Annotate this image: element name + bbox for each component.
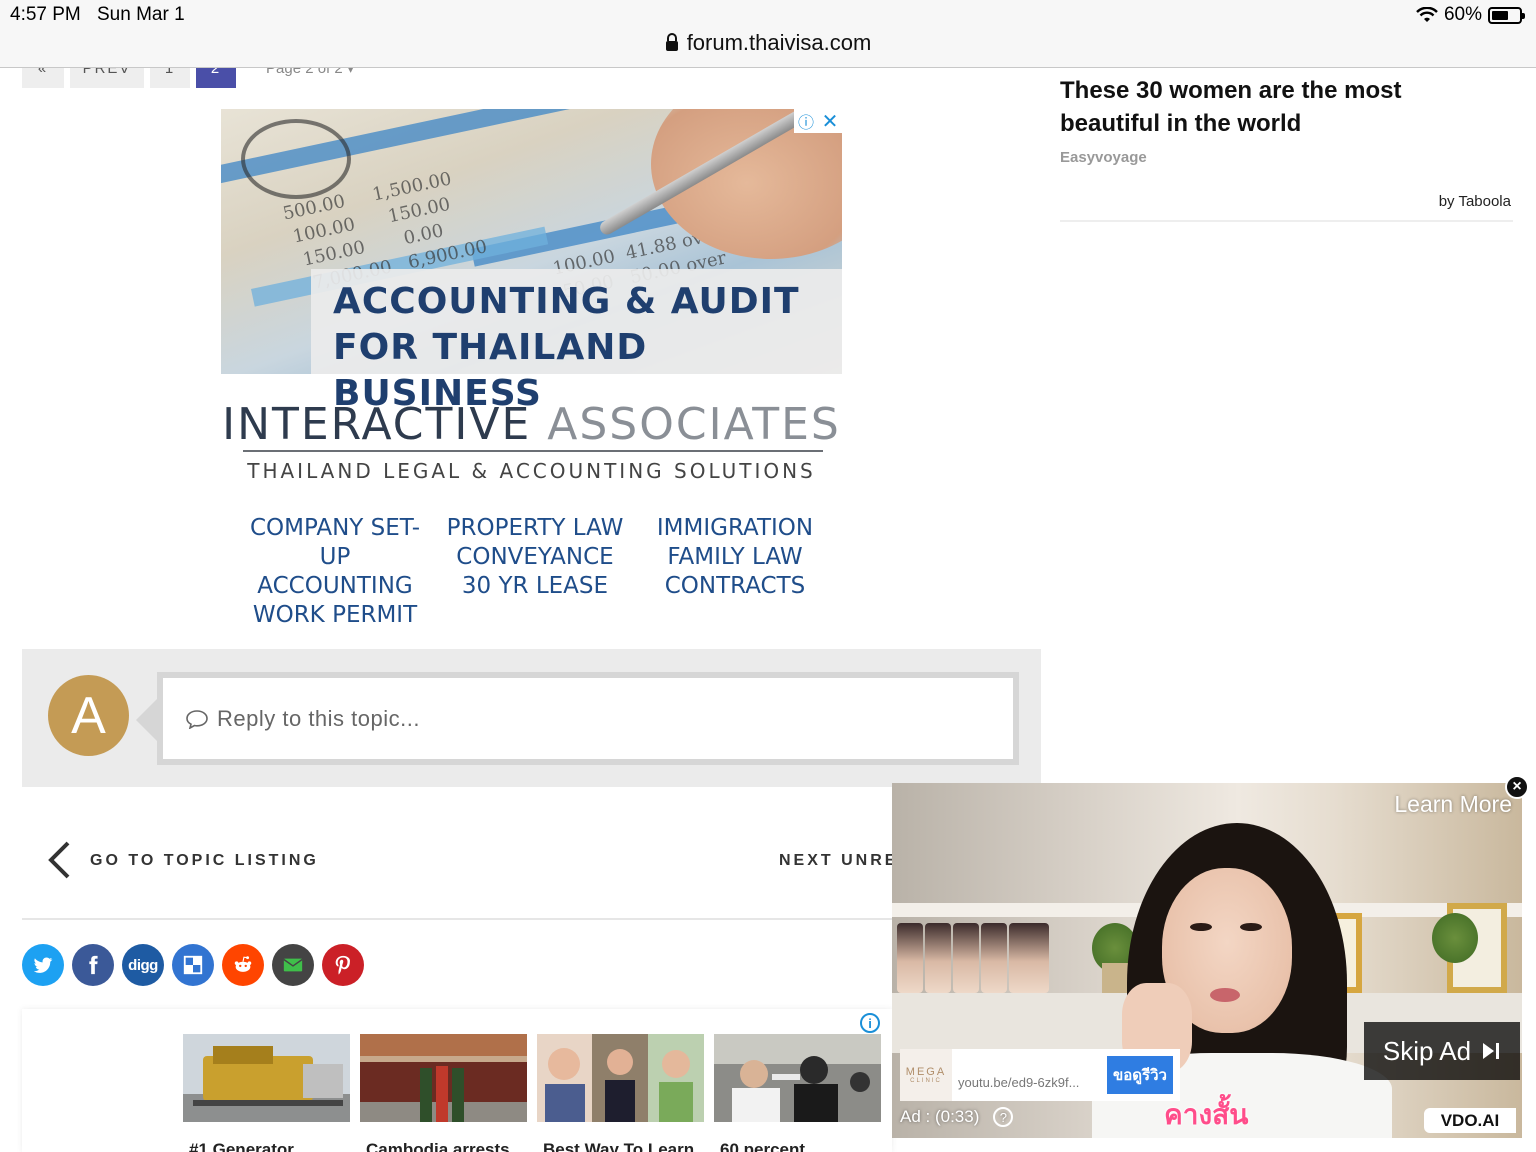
reddit-share-button[interactable] xyxy=(222,944,264,986)
divider xyxy=(22,918,1041,920)
reply-pointer xyxy=(136,698,158,742)
skip-ad-button[interactable]: Skip Ad xyxy=(1364,1022,1520,1080)
twitter-icon xyxy=(33,957,53,973)
skip-forward-icon xyxy=(1483,1043,1500,1059)
taboola-attribution[interactable]: by Taboola xyxy=(1439,193,1511,210)
pinterest-share-button[interactable] xyxy=(322,944,364,986)
recommendation-card[interactable]: Best Way To Learn xyxy=(537,1034,704,1152)
ad-services: COMPANY SET-UP ACCOUNTING WORK PERMIT PR… xyxy=(235,514,835,627)
ad-timer: Ad : (0:33) ? xyxy=(900,1107,1014,1127)
ad-subtitle: THAILAND LEGAL & ACCOUNTING SOLUTIONS xyxy=(247,459,816,483)
close-icon[interactable]: ✕ xyxy=(818,109,842,133)
recommendation-title: 60 percent xyxy=(720,1140,806,1152)
delicious-icon xyxy=(183,955,203,975)
reply-input[interactable]: Reply to this topic... xyxy=(157,672,1019,765)
promo-url[interactable]: youtu.be/ed9-6zk9f... xyxy=(952,1075,1107,1090)
status-time: 4:57 PM xyxy=(10,4,81,25)
close-icon[interactable]: × xyxy=(1505,775,1529,799)
url-text: forum.thaivisa.com xyxy=(686,30,872,55)
help-icon[interactable]: ? xyxy=(993,1107,1014,1127)
go-to-topic-listing-link[interactable]: GO TO TOPIC LISTING xyxy=(90,852,319,870)
health-check-thumbnail xyxy=(714,1034,881,1122)
recommendation-title: #1 Generator xyxy=(189,1140,294,1152)
video-ad-player[interactable]: Learn More Skip Ad MEGA CLINIC youtu.be/… xyxy=(892,783,1522,1138)
social-share-bar: digg xyxy=(22,944,364,986)
info-icon[interactable]: i xyxy=(860,1013,880,1033)
taboola-widget[interactable]: These 30 women are the most beautiful in… xyxy=(1060,68,1513,222)
ad-service-column: PROPERTY LAW CONVEYANCE 30 YR LEASE xyxy=(446,515,624,599)
email-icon xyxy=(283,958,303,972)
ad-divider xyxy=(243,450,823,452)
cambodia-thumbnail xyxy=(360,1034,527,1122)
reply-placeholder: Reply to this topic... xyxy=(217,705,420,731)
generator-thumbnail xyxy=(183,1034,350,1122)
ad-brand-name: INTERACTIVE ASSOCIATES xyxy=(222,399,841,450)
info-icon[interactable]: ⓘ xyxy=(794,109,818,133)
facebook-icon xyxy=(89,955,98,975)
mega-clinic-logo: MEGA CLINIC xyxy=(900,1049,952,1101)
status-indicators: 60% xyxy=(1416,4,1525,26)
vdo-ai-logo[interactable]: VDO.AI xyxy=(1424,1108,1516,1133)
reply-area: A Reply to this topic... xyxy=(22,649,1041,787)
recommendation-card[interactable]: 60 percent xyxy=(714,1034,881,1152)
video-caption: คางสั้น xyxy=(1164,1099,1249,1130)
ad-service-column: IMMIGRATION FAMILY LAW CONTRACTS xyxy=(656,515,814,599)
ad-headline: ACCOUNTING & AUDIT FOR THAILAND BUSINESS xyxy=(333,281,800,414)
recommendation-card[interactable]: #1 Generator xyxy=(183,1034,350,1152)
chat-bubble-icon xyxy=(186,709,208,729)
people-collage-thumbnail xyxy=(537,1034,704,1122)
taboola-title[interactable]: These 30 women are the most beautiful in… xyxy=(1060,74,1500,140)
recommendation-title: Cambodia arrests xyxy=(366,1140,510,1152)
lock-icon xyxy=(665,33,678,51)
address-bar[interactable]: forum.thaivisa.com xyxy=(0,30,1536,56)
accounting-ad-banner[interactable]: 500.00 1,500.00 100.00 150.00 150.00 0.0… xyxy=(221,109,842,627)
recommendation-card[interactable]: Cambodia arrests xyxy=(360,1034,527,1152)
recommendation-title: Best Way To Learn xyxy=(543,1140,695,1152)
digg-icon: digg xyxy=(128,956,158,974)
taboola-source: Easyvoyage xyxy=(1060,149,1147,166)
learn-more-link[interactable]: Learn More xyxy=(1394,791,1512,818)
email-share-button[interactable] xyxy=(272,944,314,986)
topic-navigation: GO TO TOPIC LISTING NEXT UNREAD xyxy=(22,828,1041,898)
wifi-icon xyxy=(1416,7,1438,22)
delicious-share-button[interactable] xyxy=(172,944,214,986)
ad-choices: ⓘ ✕ xyxy=(794,109,842,133)
reddit-icon xyxy=(234,956,252,972)
battery-level xyxy=(1492,10,1508,20)
promo-cta-button[interactable]: ขอดูรีวิว xyxy=(1107,1056,1173,1094)
promo-card[interactable]: MEGA CLINIC youtu.be/ed9-6zk9f... ขอดูรี… xyxy=(900,1049,1180,1101)
battery-percent: 60% xyxy=(1443,4,1482,25)
avatar[interactable]: A xyxy=(48,675,129,756)
ad-service-column: COMPANY SET-UP ACCOUNTING WORK PERMIT xyxy=(249,515,421,627)
digg-share-button[interactable]: digg xyxy=(122,944,164,986)
chevron-left-icon[interactable] xyxy=(46,840,72,880)
twitter-share-button[interactable] xyxy=(22,944,64,986)
ios-status-bar: 4:57 PM Sun Mar 1 60% forum.thaivisa.com xyxy=(0,0,1536,68)
status-date: Sun Mar 1 xyxy=(97,4,185,25)
battery-icon xyxy=(1488,6,1525,24)
pinterest-icon xyxy=(335,955,351,975)
recommended-ads: i #1 Generator Cambodia arrests Best Way… xyxy=(22,1009,892,1152)
facebook-share-button[interactable] xyxy=(72,944,114,986)
